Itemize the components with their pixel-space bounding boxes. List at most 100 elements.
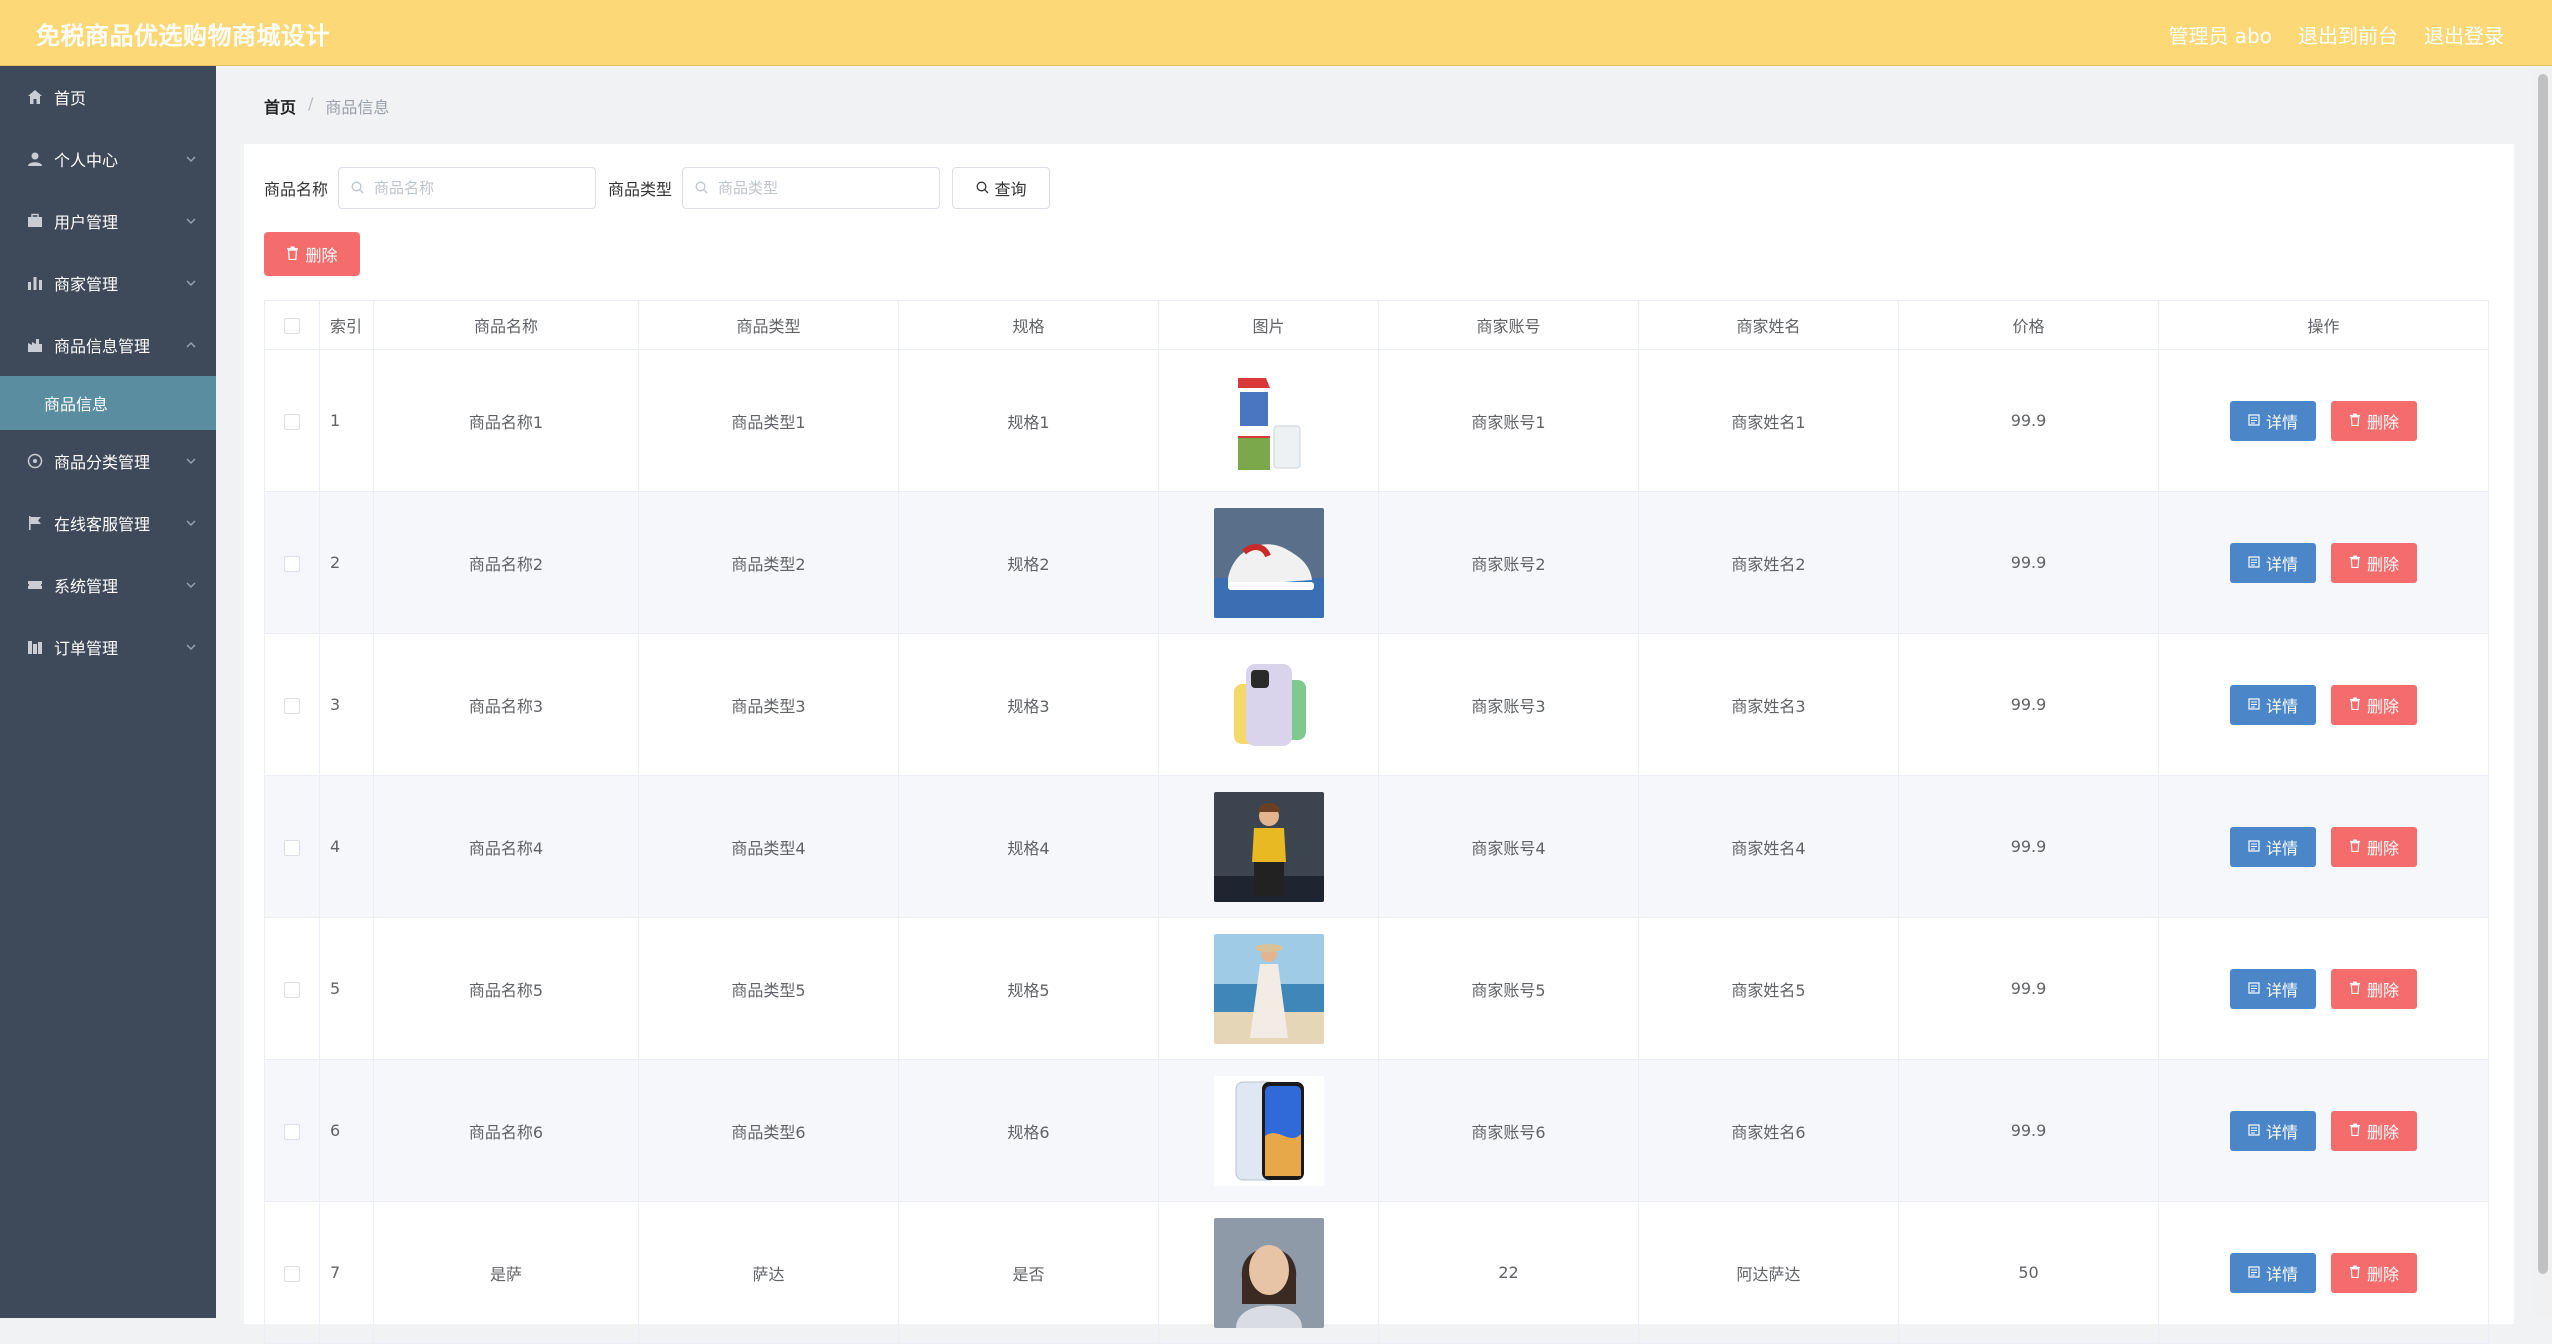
row-merchant-account: 商家账号4 — [1378, 775, 1639, 918]
flag-icon — [26, 514, 44, 532]
chevron-down-icon — [186, 252, 196, 314]
document-icon — [2248, 411, 2260, 430]
row-merchant-name: 商家姓名4 — [1638, 775, 1899, 918]
admin-user-link[interactable]: 管理员 abo — [2168, 20, 2272, 49]
detail-button-label: 详情 — [2265, 838, 2298, 858]
product-image-milk-carton — [1213, 365, 1324, 476]
row-spec: 规格1 — [898, 349, 1159, 492]
home-icon — [26, 88, 44, 106]
exit-to-frontend-link[interactable]: 退出到前台 — [2298, 20, 2398, 49]
sidebar-item-system-management[interactable]: 系统管理 — [0, 554, 216, 616]
detail-button[interactable]: 详情 — [2229, 1252, 2316, 1293]
trash-icon — [2349, 979, 2361, 998]
product-table: 索引 商品名称 商品类型 规格 图片 商家账号 商家姓名 价格 操作 1 商品名… — [264, 300, 2489, 1344]
query-button-label: 查询 — [994, 180, 1027, 199]
row-select-cell — [264, 349, 320, 492]
delete-button[interactable]: 删除 — [2331, 968, 2418, 1009]
sidebar-item-label: 商品分类管理 — [54, 453, 151, 472]
delete-button[interactable]: 删除 — [2331, 684, 2418, 725]
row-actions: 详情 删除 — [2158, 1201, 2489, 1344]
scrollbar-thumb[interactable] — [2538, 74, 2548, 1274]
detail-button[interactable]: 详情 — [2229, 968, 2316, 1009]
sidebar-item-personal-center[interactable]: 个人中心 — [0, 128, 216, 190]
sidebar-item-merchant-management[interactable]: 商家管理 — [0, 252, 216, 314]
row-merchant-account: 商家账号2 — [1378, 491, 1639, 634]
query-button[interactable]: 查询 — [952, 167, 1051, 209]
sidebar-item-home[interactable]: 首页 — [0, 66, 216, 128]
row-merchant-account: 商家账号5 — [1378, 917, 1639, 1060]
row-product-name: 是萨 — [373, 1201, 639, 1344]
product-card: 商品名称 商品类型 查询 删除 — [244, 144, 2514, 1344]
select-all-checkbox[interactable] — [284, 318, 300, 334]
row-merchant-name: 商家姓名2 — [1638, 491, 1899, 634]
top-header: 免税商品优选购物商城设计 管理员 abo 退出到前台 退出登录 — [0, 0, 2552, 66]
product-type-input[interactable] — [716, 178, 921, 198]
detail-button[interactable]: 详情 — [2229, 826, 2316, 867]
detail-button-label: 详情 — [2265, 1264, 2298, 1284]
table-header-row: 索引 商品名称 商品类型 规格 图片 商家账号 商家姓名 价格 操作 — [264, 300, 2489, 350]
sidebar-item-label: 在线客服管理 — [54, 515, 151, 534]
chevron-down-icon — [186, 128, 196, 190]
chevron-down-icon — [186, 616, 196, 678]
product-name-input[interactable] — [372, 178, 577, 198]
detail-button-label: 详情 — [2265, 696, 2298, 716]
column-header-merchant-account: 商家账号 — [1378, 300, 1639, 350]
row-product-name: 商品名称3 — [373, 633, 639, 776]
delete-button[interactable]: 删除 — [2331, 826, 2418, 867]
column-header-index: 索引 — [319, 300, 374, 350]
row-checkbox[interactable] — [284, 981, 300, 998]
bulk-delete-button[interactable]: 删除 — [264, 232, 360, 276]
sidebar-subitem-product-info[interactable]: 商品信息 — [0, 376, 216, 430]
product-name-field[interactable] — [338, 167, 597, 209]
detail-button-label: 详情 — [2265, 980, 2298, 1000]
delete-button[interactable]: 删除 — [2331, 542, 2418, 583]
row-checkbox[interactable] — [284, 555, 300, 572]
table-row: 1 商品名称1 商品类型1 规格1 商家账号1 商家姓名1 99.9 详情 删除 — [264, 349, 2489, 492]
logout-link[interactable]: 退出登录 — [2424, 20, 2504, 49]
detail-button[interactable]: 详情 — [2229, 684, 2316, 725]
sidebar-item-order-management[interactable]: 订单管理 — [0, 616, 216, 678]
row-select-cell — [264, 491, 320, 634]
breadcrumb-home[interactable]: 首页 — [264, 94, 296, 118]
row-index: 2 — [319, 491, 374, 634]
row-product-type: 商品类型6 — [638, 1059, 899, 1202]
delete-button-label: 删除 — [2367, 1264, 2400, 1284]
table-row: 4 商品名称4 商品类型4 规格4 商家账号4 商家姓名4 99.9 详情 删除 — [264, 775, 2489, 918]
row-product-name: 商品名称1 — [373, 349, 639, 492]
page-scrollbar[interactable] — [2534, 66, 2552, 1318]
delete-button[interactable]: 删除 — [2331, 1110, 2418, 1151]
row-checkbox[interactable] — [284, 697, 300, 714]
detail-button[interactable]: 详情 — [2229, 1110, 2316, 1151]
row-checkbox[interactable] — [284, 1265, 300, 1282]
column-header-actions: 操作 — [2158, 300, 2489, 350]
trash-icon — [2349, 695, 2361, 714]
main-content: 首页 / 商品信息 商品名称 商品类型 查询 删除 — [216, 66, 2534, 1344]
select-all-cell — [264, 300, 320, 350]
row-select-cell — [264, 775, 320, 918]
row-spec: 规格4 — [898, 775, 1159, 918]
sidebar-item-online-service-management[interactable]: 在线客服管理 — [0, 492, 216, 554]
app-title: 免税商品优选购物商城设计 — [36, 22, 330, 50]
document-icon — [2248, 979, 2260, 998]
column-header-name: 商品名称 — [373, 300, 639, 350]
product-type-field[interactable] — [682, 167, 941, 209]
chevron-down-icon — [186, 190, 196, 252]
row-index: 4 — [319, 775, 374, 918]
row-checkbox[interactable] — [284, 839, 300, 856]
delete-button[interactable]: 删除 — [2331, 1252, 2418, 1293]
delete-button-label: 删除 — [2367, 412, 2400, 432]
product-image-fashion-yellow — [1213, 791, 1324, 902]
column-header-type: 商品类型 — [638, 300, 899, 350]
sidebar-item-user-management[interactable]: 用户管理 — [0, 190, 216, 252]
row-checkbox[interactable] — [284, 1123, 300, 1140]
factory-icon — [26, 336, 44, 354]
delete-button-label: 删除 — [2367, 696, 2400, 716]
detail-button[interactable]: 详情 — [2229, 400, 2316, 441]
sidebar-item-label: 商家管理 — [54, 275, 119, 294]
sidebar-item-product-info-management[interactable]: 商品信息管理 — [0, 314, 216, 376]
search-icon — [976, 179, 989, 198]
sidebar-item-category-management[interactable]: 商品分类管理 — [0, 430, 216, 492]
row-checkbox[interactable] — [284, 413, 300, 430]
delete-button[interactable]: 删除 — [2331, 400, 2418, 441]
detail-button[interactable]: 详情 — [2229, 542, 2316, 583]
